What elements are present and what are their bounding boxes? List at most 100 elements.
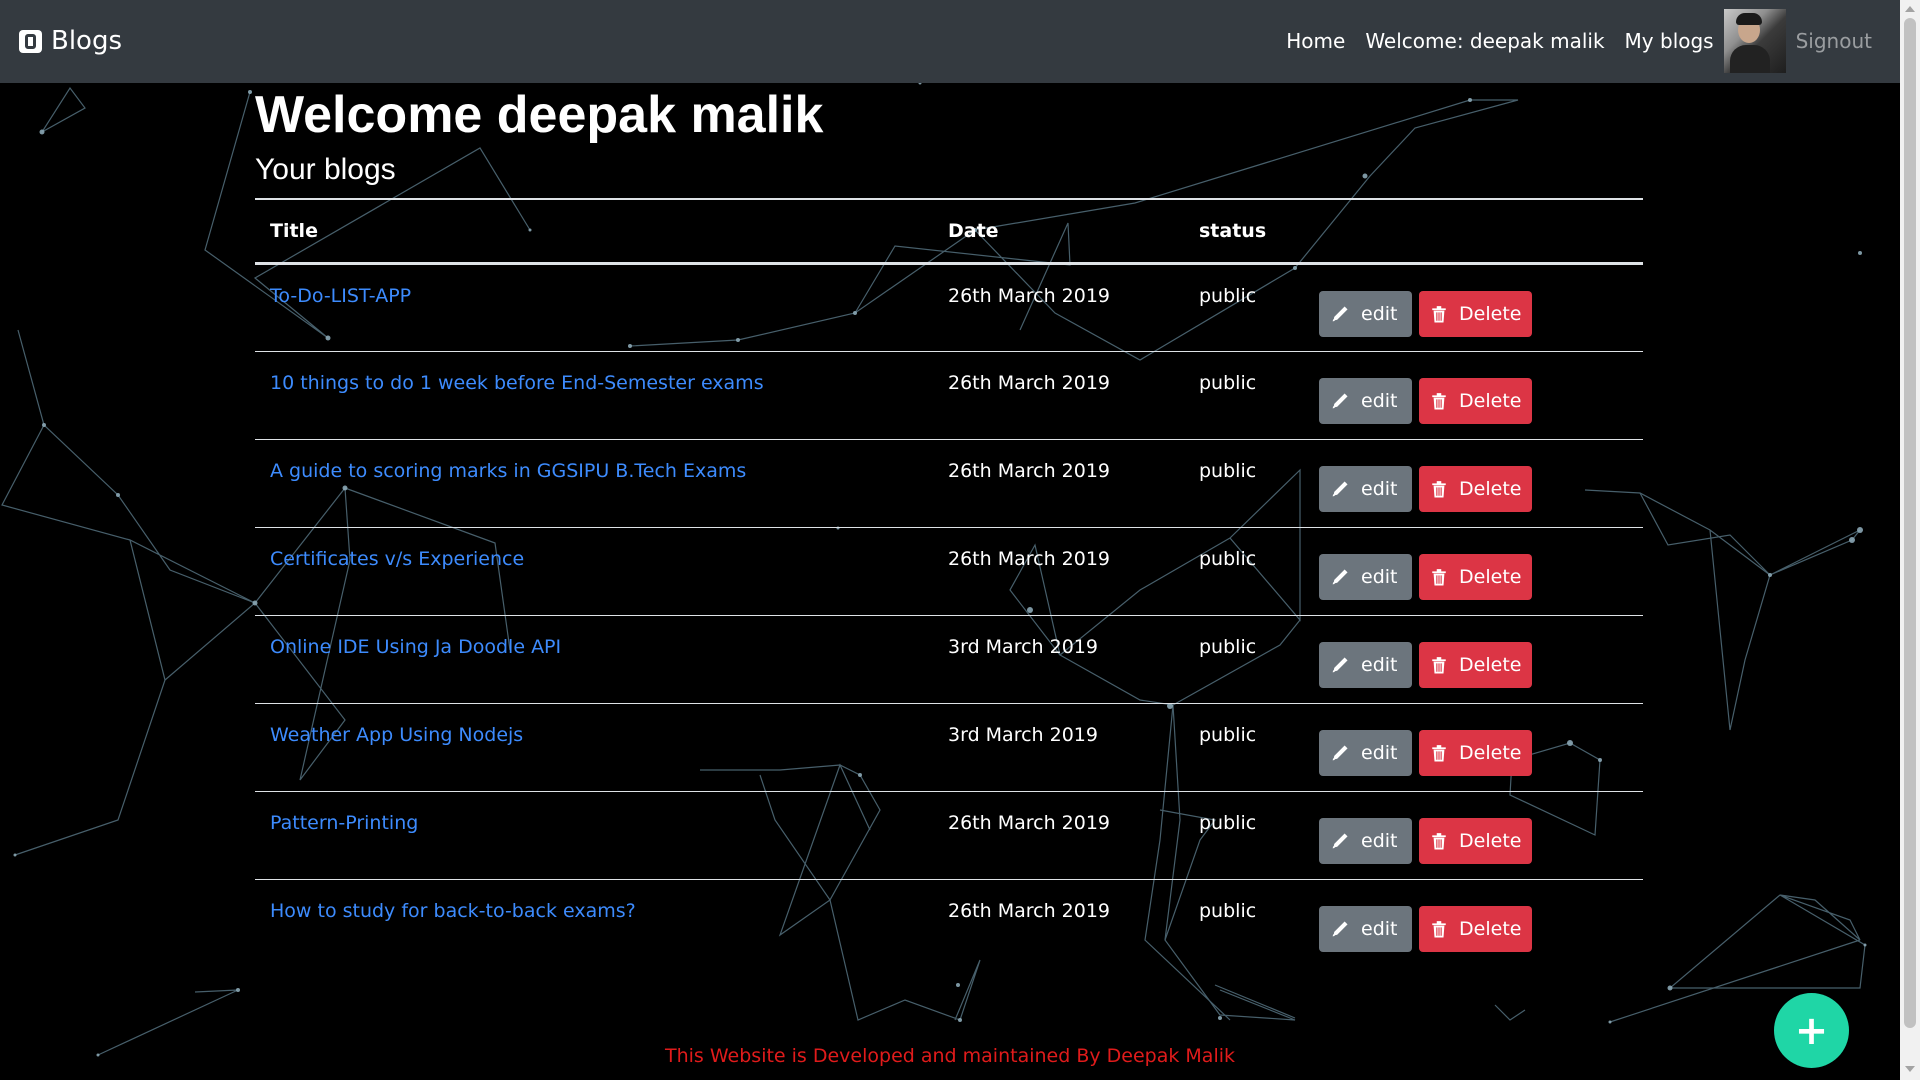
- user-avatar[interactable]: [1723, 9, 1786, 73]
- blogs-table: Title Date status To-Do-LIST-APP 26th Mar…: [255, 198, 1643, 968]
- delete-button[interactable]: Delete: [1419, 291, 1533, 337]
- pencil-icon: [1331, 568, 1355, 586]
- blog-date: 3rd March 2019: [933, 703, 1184, 792]
- blog-status: public: [1184, 703, 1304, 792]
- delete-button[interactable]: Delete: [1419, 378, 1533, 424]
- blog-status: public: [1184, 351, 1304, 440]
- blog-title-link[interactable]: Pattern-Printing: [270, 812, 418, 834]
- pencil-icon: [1331, 920, 1355, 938]
- row-actions: edit Delete: [1304, 439, 1643, 528]
- edit-button-label: edit: [1361, 390, 1398, 412]
- pencil-icon: [1331, 305, 1355, 323]
- row-actions: edit Delete: [1304, 527, 1643, 616]
- top-navbar: Blogs Home Welcome: deepak malik My blog…: [0, 0, 1900, 83]
- footer-text: This Website is Developed and maintained…: [665, 1045, 1235, 1067]
- edit-button[interactable]: edit: [1319, 554, 1412, 600]
- edit-button-label: edit: [1361, 654, 1398, 676]
- delete-button[interactable]: Delete: [1419, 730, 1533, 776]
- blog-date: 3rd March 2019: [933, 615, 1184, 704]
- scroll-down-arrow-icon[interactable]: [1905, 1066, 1915, 1072]
- blog-date: 26th March 2019: [948, 900, 1111, 922]
- blog-date: 26th March 2019: [933, 351, 1184, 440]
- scrollbar-thumb[interactable]: [1904, 18, 1916, 1028]
- table-row: Online IDE Using Ja Doodle API 3rd March …: [255, 615, 1643, 704]
- pencil-icon: [1331, 744, 1355, 762]
- nav-welcome-link[interactable]: Welcome: deepak malik: [1365, 29, 1604, 53]
- delete-button-label: Delete: [1459, 830, 1522, 852]
- trash-icon: [1431, 392, 1453, 410]
- table-row: A guide to scoring marks in GGSIPU B.Tec…: [255, 439, 1643, 528]
- edit-button-label: edit: [1361, 478, 1398, 500]
- page-scrollbar[interactable]: [1900, 0, 1920, 1080]
- trash-icon: [1431, 305, 1453, 323]
- pencil-icon: [1331, 392, 1355, 410]
- blog-date: 26th March 2019: [933, 439, 1184, 528]
- delete-button[interactable]: Delete: [1419, 642, 1533, 688]
- delete-button-label: Delete: [1459, 654, 1522, 676]
- nav-links: Home Welcome: deepak malik My blogs Sign…: [1266, 9, 1872, 73]
- blog-title-link[interactable]: To-Do-LIST-APP: [270, 285, 411, 307]
- plus-icon: +: [1794, 1007, 1829, 1054]
- table-header-row: Title Date status: [255, 198, 1643, 265]
- blog-title-link[interactable]: Certificates v/s Experience: [270, 548, 524, 570]
- row-actions: edit Delete: [1304, 880, 1643, 968]
- edit-button[interactable]: edit: [1319, 906, 1412, 952]
- delete-button-label: Delete: [1459, 390, 1522, 412]
- delete-button[interactable]: Delete: [1419, 466, 1533, 512]
- delete-button-label: Delete: [1459, 478, 1522, 500]
- row-actions: edit Delete: [1304, 791, 1643, 880]
- delete-button[interactable]: Delete: [1419, 554, 1533, 600]
- edit-button[interactable]: edit: [1319, 378, 1412, 424]
- blog-date: 26th March 2019: [933, 527, 1184, 616]
- edit-button-label: edit: [1361, 303, 1398, 325]
- edit-button-label: edit: [1361, 742, 1398, 764]
- blogger-icon: [19, 29, 42, 53]
- edit-button[interactable]: edit: [1319, 730, 1412, 776]
- edit-button[interactable]: edit: [1319, 291, 1412, 337]
- blog-status: public: [1184, 439, 1304, 528]
- blog-title-link[interactable]: Weather App Using Nodejs: [270, 724, 523, 746]
- add-blog-button[interactable]: +: [1774, 993, 1849, 1068]
- edit-button[interactable]: edit: [1319, 466, 1412, 512]
- blog-title-link[interactable]: Online IDE Using Ja Doodle API: [270, 636, 561, 658]
- blog-title-link[interactable]: 10 things to do 1 week before End-Semest…: [270, 372, 764, 394]
- scroll-up-arrow-icon[interactable]: [1905, 6, 1915, 12]
- trash-icon: [1431, 480, 1453, 498]
- delete-button-label: Delete: [1459, 918, 1522, 940]
- trash-icon: [1431, 656, 1453, 674]
- blog-status: public: [1184, 615, 1304, 704]
- row-actions: edit Delete: [1304, 703, 1643, 792]
- table-row: How to study for back-to-back exams? 26th…: [255, 880, 1643, 968]
- row-actions: edit Delete: [1304, 351, 1643, 440]
- delete-button[interactable]: Delete: [1419, 906, 1533, 952]
- trash-icon: [1431, 832, 1453, 850]
- brand-label: Blogs: [51, 26, 123, 56]
- edit-button-label: edit: [1361, 566, 1398, 588]
- nav-my-blogs-link[interactable]: My blogs: [1625, 29, 1714, 53]
- nav-home-link[interactable]: Home: [1286, 29, 1345, 53]
- blog-title-link[interactable]: A guide to scoring marks in GGSIPU B.Tec…: [270, 460, 746, 482]
- column-header-actions: [1304, 198, 1643, 265]
- pencil-icon: [1331, 832, 1355, 850]
- column-header-status: status: [1184, 198, 1304, 265]
- delete-button-label: Delete: [1459, 303, 1522, 325]
- edit-button[interactable]: edit: [1319, 642, 1412, 688]
- blog-status: public: [1184, 527, 1304, 616]
- edit-button-label: edit: [1361, 918, 1398, 940]
- table-row: Weather App Using Nodejs 3rd March 2019 pu…: [255, 703, 1643, 792]
- table-row: Certificates v/s Experience 26th March 20…: [255, 527, 1643, 616]
- column-header-title: Title: [255, 198, 933, 265]
- delete-button[interactable]: Delete: [1419, 818, 1533, 864]
- brand-link[interactable]: Blogs: [19, 26, 122, 56]
- row-actions: edit Delete: [1304, 615, 1643, 704]
- pencil-icon: [1331, 480, 1355, 498]
- trash-icon: [1431, 744, 1453, 762]
- blog-title-link[interactable]: How to study for back-to-back exams?: [270, 900, 636, 922]
- pencil-icon: [1331, 656, 1355, 674]
- edit-button[interactable]: edit: [1319, 818, 1412, 864]
- table-row: To-Do-LIST-APP 26th March 2019 public edit …: [255, 263, 1643, 352]
- table-row: 10 things to do 1 week before End-Semest…: [255, 351, 1643, 440]
- nav-signout-link[interactable]: Signout: [1796, 29, 1872, 53]
- blog-date: 26th March 2019: [933, 791, 1184, 880]
- blog-status: public: [1184, 263, 1304, 352]
